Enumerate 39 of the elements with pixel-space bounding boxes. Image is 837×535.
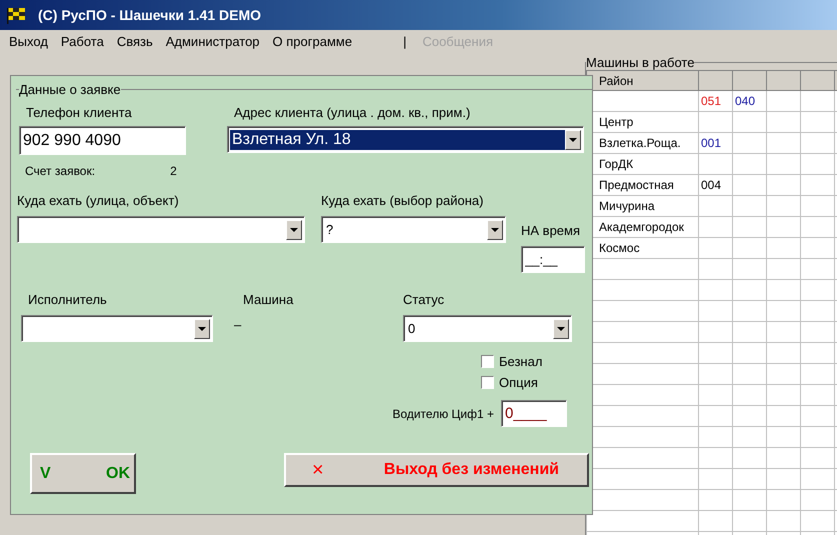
menu-item[interactable]: Администратор [166,34,260,48]
menu-item[interactable]: Работа [60,34,104,48]
menu-item[interactable]: Связь [116,34,153,48]
executor-combo[interactable] [21,315,213,342]
field-label: Куда ехать (улица, объект) [17,193,180,208]
car-number: 040 [732,90,766,112]
menu-divider: | [403,34,406,48]
phone-field[interactable]: 902 990 4090 [19,126,186,155]
order-count: 2 [170,164,177,178]
checkbox-label: Опция [499,375,538,390]
driver-code-field[interactable]: 0____ [501,400,567,427]
window-title: (C) РусПО - Шашечки 1.41 DEMO [38,7,262,23]
checkbox[interactable] [481,376,494,389]
address-combo[interactable]: Взлетная Ул. 18 [227,126,584,153]
car-number: 004 [698,174,732,196]
destination-combo[interactable] [17,216,305,243]
field-label: Исполнитель [28,292,108,307]
car-number: 051 [698,90,732,112]
field-label: Водителю Циф1 + [392,406,494,420]
car-number: 001 [698,132,732,154]
group-title: Машины в работе [586,55,694,70]
checkbox-label: Безнал [499,354,542,369]
field-label: Куда ехать (выбор района) [321,193,484,208]
group-title: Данные о заявке [19,82,121,97]
district-combo[interactable]: ? [321,216,506,243]
status-combo[interactable]: 0 [403,315,572,342]
field-label: Телефон клиента [26,105,133,120]
field-label: Счет заявок: [25,164,96,178]
field-label: Адрес клиента (улица . дом. кв., прим.) [234,105,472,120]
menu-item[interactable]: Выход [9,34,48,48]
car-value: – [234,317,242,332]
menu-item[interactable]: О программе [272,34,352,48]
column-header[interactable]: Район [586,70,698,90]
field-label: НА время [521,223,582,238]
field-label: Машина [243,292,294,307]
checkbox[interactable] [481,355,494,368]
field-label: Статус [403,292,446,307]
time-field[interactable]: __:__ [521,246,585,273]
checkered-flag-icon [6,6,26,24]
